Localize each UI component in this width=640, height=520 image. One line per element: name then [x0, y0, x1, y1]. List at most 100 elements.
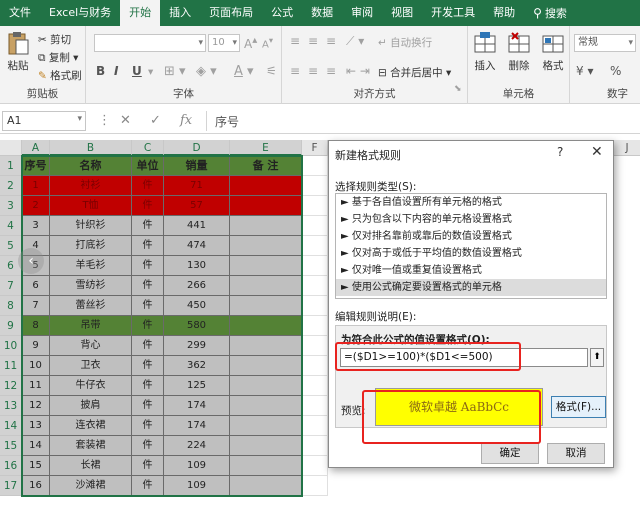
enter-icon[interactable]: ✓ — [150, 113, 161, 128]
tab-home[interactable]: 开始 — [120, 0, 161, 26]
header-cell-col-a[interactable]: 序号 — [22, 156, 50, 176]
table-cell-col-e[interactable] — [230, 196, 302, 216]
table-cell-col-e[interactable] — [230, 476, 302, 496]
fill-color-icon[interactable]: ◈ ▾ — [196, 64, 217, 79]
column-header-c[interactable]: C — [132, 140, 164, 156]
table-cell-col-b[interactable]: 羊毛衫 — [50, 256, 132, 276]
italic-button[interactable]: I — [114, 64, 118, 78]
table-cell-col-b[interactable]: 打底衫 — [50, 236, 132, 256]
row-header[interactable]: 1 — [0, 156, 22, 176]
table-cell-col-b[interactable]: 卫衣 — [50, 356, 132, 376]
percent-icon[interactable]: % — [610, 64, 621, 78]
insert-cells-button[interactable]: 插入 — [470, 30, 500, 73]
empty-cell[interactable] — [302, 356, 328, 376]
empty-cell[interactable] — [302, 156, 328, 176]
tab-view[interactable]: 视图 — [382, 0, 422, 26]
row-header[interactable]: 4 — [0, 216, 22, 236]
table-cell-col-a[interactable]: 11 — [22, 376, 50, 396]
table-cell-col-d[interactable]: 474 — [164, 236, 230, 256]
row-header[interactable]: 9 — [0, 316, 22, 336]
column-header-e[interactable]: E — [230, 140, 302, 156]
row-header[interactable]: 15 — [0, 436, 22, 456]
table-cell-col-c[interactable]: 件 — [132, 376, 164, 396]
table-cell-col-e[interactable] — [230, 176, 302, 196]
table-cell-col-c[interactable]: 件 — [132, 196, 164, 216]
table-cell-col-b[interactable]: 背心 — [50, 336, 132, 356]
table-cell-col-d[interactable]: 441 — [164, 216, 230, 236]
font-options-icon[interactable]: ⚟ — [266, 64, 277, 78]
table-cell-col-d[interactable]: 109 — [164, 456, 230, 476]
font-name-combo[interactable] — [94, 34, 206, 52]
empty-cell[interactable] — [302, 316, 328, 336]
table-cell-col-a[interactable]: 15 — [22, 456, 50, 476]
indent-icon[interactable]: ⇤ ⇥ — [346, 64, 370, 78]
table-cell-col-d[interactable]: 174 — [164, 416, 230, 436]
table-cell-col-d[interactable]: 362 — [164, 356, 230, 376]
column-header-d[interactable]: D — [164, 140, 230, 156]
align-left-icon[interactable]: ≡ — [290, 64, 300, 78]
table-cell-col-b[interactable]: 沙滩裙 — [50, 476, 132, 496]
table-cell-col-a[interactable]: 10 — [22, 356, 50, 376]
table-cell-col-c[interactable]: 件 — [132, 296, 164, 316]
collapse-dialog-button[interactable]: ⬆ — [590, 348, 604, 367]
table-cell-col-d[interactable]: 71 — [164, 176, 230, 196]
column-header-f[interactable]: F — [302, 140, 328, 156]
table-cell-col-c[interactable]: 件 — [132, 176, 164, 196]
bold-button[interactable]: B — [96, 64, 105, 78]
bottom-align-icon[interactable]: ≡ — [326, 34, 336, 48]
table-cell-col-c[interactable]: 件 — [132, 316, 164, 336]
table-cell-col-c[interactable]: 件 — [132, 236, 164, 256]
copy-button[interactable]: ⧉ 复制 ▾ — [38, 50, 78, 65]
cancel-icon[interactable]: ✕ — [120, 113, 131, 128]
table-cell-col-e[interactable] — [230, 336, 302, 356]
table-cell-col-e[interactable] — [230, 376, 302, 396]
tab-file[interactable]: 文件 — [0, 0, 40, 26]
table-cell-col-e[interactable] — [230, 256, 302, 276]
table-cell-col-b[interactable]: 雪纺衫 — [50, 276, 132, 296]
currency-icon[interactable]: ¥ ▾ — [576, 64, 593, 78]
paste-button[interactable]: 粘贴 — [4, 30, 32, 73]
table-cell-col-c[interactable]: 件 — [132, 456, 164, 476]
empty-cell[interactable] — [302, 476, 328, 496]
rule-type-item[interactable]: ► 基于各自值设置所有单元格的格式 — [336, 194, 606, 211]
empty-cell[interactable] — [302, 196, 328, 216]
column-header-j[interactable]: J — [614, 140, 640, 156]
table-cell-col-d[interactable]: 174 — [164, 396, 230, 416]
wrap-text-button[interactable]: ↵ 自动换行 — [378, 35, 432, 50]
empty-cell[interactable] — [302, 376, 328, 396]
table-cell-col-e[interactable] — [230, 436, 302, 456]
middle-align-icon[interactable]: ≡ — [308, 34, 318, 48]
tab-developer[interactable]: 开发工具 — [422, 0, 484, 26]
table-cell-col-c[interactable]: 件 — [132, 356, 164, 376]
rule-type-item-selected[interactable]: ► 使用公式确定要设置格式的单元格 — [336, 279, 606, 296]
empty-cell[interactable] — [302, 416, 328, 436]
underline-button[interactable]: U — [132, 64, 142, 78]
tab-review[interactable]: 审阅 — [342, 0, 382, 26]
row-header[interactable]: 2 — [0, 176, 22, 196]
table-cell-col-d[interactable]: 224 — [164, 436, 230, 456]
table-cell-col-d[interactable]: 57 — [164, 196, 230, 216]
table-cell-col-b[interactable]: 针织衫 — [50, 216, 132, 236]
table-cell-col-a[interactable]: 13 — [22, 416, 50, 436]
empty-cell[interactable] — [302, 396, 328, 416]
rule-formula-input[interactable]: =($D1>=100)*($D1<=500) — [340, 348, 588, 367]
row-header[interactable]: 11 — [0, 356, 22, 376]
table-cell-col-a[interactable]: 12 — [22, 396, 50, 416]
name-box[interactable]: A1 — [2, 111, 86, 131]
table-cell-col-c[interactable]: 件 — [132, 416, 164, 436]
tab-page-layout[interactable]: 页面布局 — [200, 0, 262, 26]
table-cell-col-d[interactable]: 125 — [164, 376, 230, 396]
formula-input[interactable]: 序号 — [206, 111, 638, 131]
delete-cells-button[interactable]: 删除 — [504, 30, 534, 73]
table-cell-col-e[interactable] — [230, 276, 302, 296]
table-cell-col-a[interactable]: 1 — [22, 176, 50, 196]
table-cell-col-c[interactable]: 件 — [132, 396, 164, 416]
empty-cell[interactable] — [302, 176, 328, 196]
table-cell-col-a[interactable]: 2 — [22, 196, 50, 216]
table-cell-col-a[interactable]: 7 — [22, 296, 50, 316]
table-cell-col-c[interactable]: 件 — [132, 256, 164, 276]
close-button[interactable]: ✕ — [591, 144, 603, 160]
table-cell-col-e[interactable] — [230, 316, 302, 336]
table-cell-col-a[interactable]: 9 — [22, 336, 50, 356]
table-cell-col-c[interactable]: 件 — [132, 476, 164, 496]
